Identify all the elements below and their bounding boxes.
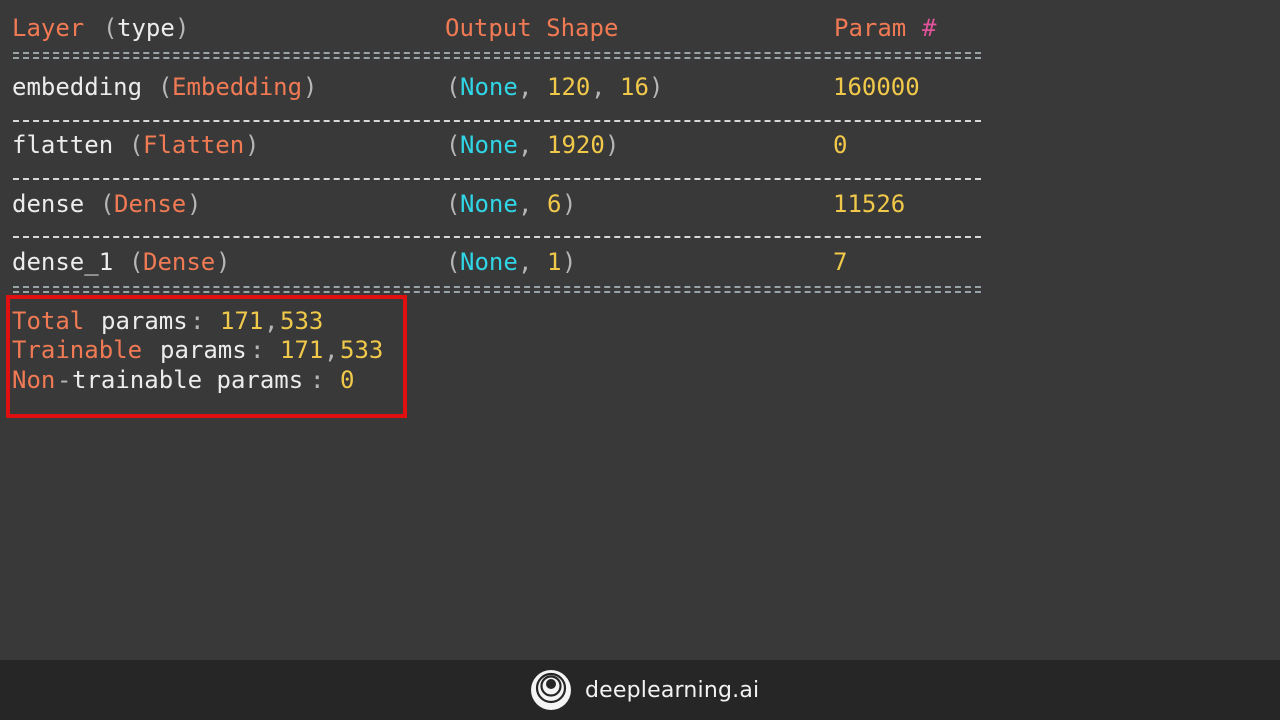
shape-none: None: [460, 248, 518, 276]
shape-open-paren: (: [446, 190, 461, 218]
shape-comma: ,: [518, 190, 533, 218]
close-paren: ): [187, 190, 202, 218]
shape-close-paren: ): [605, 131, 620, 159]
open-paren: (: [100, 190, 115, 218]
output-shape-column-header: Output Shape: [445, 14, 619, 42]
param-hash-symbol: #: [922, 14, 937, 42]
open-paren: (: [103, 14, 118, 42]
row-separator-rule: [13, 178, 981, 180]
summary-header-row: Layer ( type ) Output Shape Param #: [12, 13, 936, 43]
open-paren: (: [129, 248, 144, 276]
row-separator-rule: [13, 236, 981, 238]
shape-comma: ,: [518, 73, 533, 101]
param-column-header: Param: [834, 14, 907, 42]
layer-name: embedding: [12, 73, 143, 101]
shape-dim: 6: [547, 190, 562, 218]
shape-dim: 1: [547, 248, 562, 276]
close-paren: ): [303, 73, 318, 101]
shape-comma: ,: [591, 73, 606, 101]
shape-comma: ,: [518, 248, 533, 276]
shape-close-paren: ): [562, 248, 577, 276]
shape-open-paren: (: [446, 131, 461, 159]
param-count: 11526: [833, 190, 906, 218]
shape-none: None: [460, 73, 518, 101]
header-double-rule: [13, 52, 981, 59]
layer-column-header: Layer: [12, 14, 85, 42]
layer-name: flatten: [12, 131, 114, 159]
close-paren: ): [175, 14, 190, 42]
shape-open-paren: (: [446, 73, 461, 101]
summary-highlight-box: [6, 295, 407, 418]
layer-name: dense: [12, 190, 85, 218]
row-separator-rule: [13, 120, 981, 122]
param-count: 7: [833, 248, 848, 276]
param-count: 160000: [833, 73, 920, 101]
open-paren: (: [129, 131, 144, 159]
param-count: 0: [833, 131, 848, 159]
type-column-header: type: [117, 14, 175, 42]
layer-type: Dense: [143, 248, 216, 276]
footer-double-rule: [13, 286, 981, 293]
layer-type: Dense: [114, 190, 187, 218]
layer-type: Embedding: [172, 73, 303, 101]
layer-name: dense_1: [12, 248, 114, 276]
shape-dim: 120: [547, 73, 591, 101]
shape-close-paren: ): [649, 73, 664, 101]
shape-comma: ,: [518, 131, 533, 159]
shape-open-paren: (: [446, 248, 461, 276]
shape-none: None: [460, 190, 518, 218]
brand-name: deeplearning.ai: [585, 677, 760, 703]
footer-bar: deeplearning.ai: [0, 660, 1280, 720]
shape-dim: 16: [620, 73, 649, 101]
brand[interactable]: deeplearning.ai: [530, 669, 759, 711]
deeplearning-logo-icon: [531, 670, 571, 710]
close-paren: ): [245, 131, 260, 159]
close-paren: ): [216, 248, 231, 276]
shape-dim: 1920: [547, 131, 605, 159]
shape-close-paren: ): [562, 190, 577, 218]
layer-type: Flatten: [143, 131, 245, 159]
open-paren: (: [158, 73, 173, 101]
shape-none: None: [460, 131, 518, 159]
